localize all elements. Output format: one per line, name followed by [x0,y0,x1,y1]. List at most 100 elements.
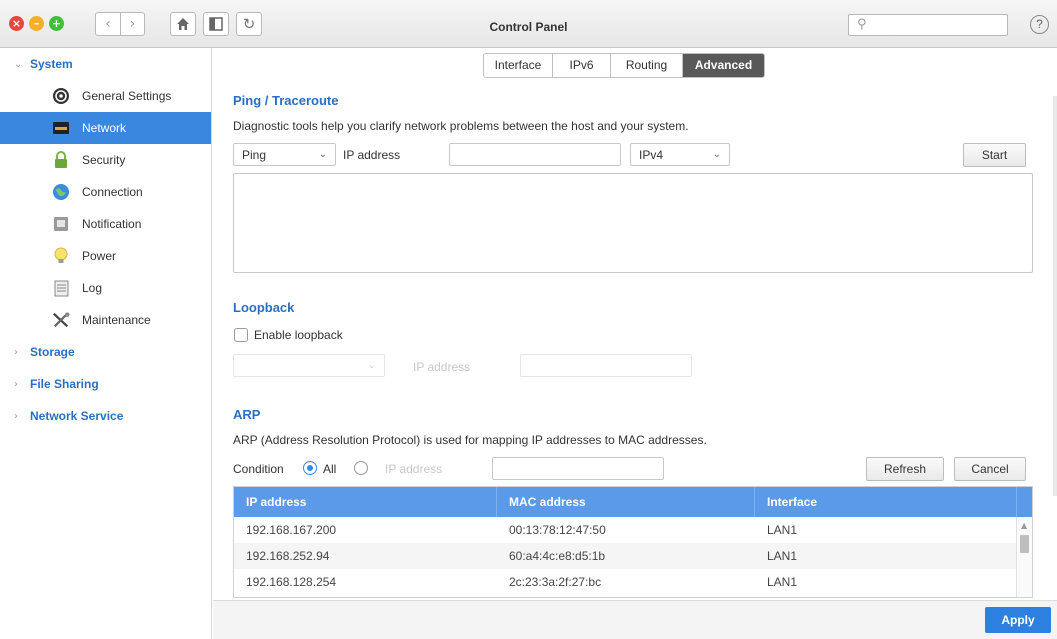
loopback-interface-select: ⌄ [233,354,385,377]
condition-label: Condition [233,462,284,476]
column-header-ip[interactable]: IP address [234,487,497,517]
cell-interface: LAN1 [767,549,798,563]
arp-table: IP address MAC address Interface 192.168… [233,486,1033,598]
sidebar-group-storage[interactable]: › Storage [0,336,211,368]
sidebar-item-log[interactable]: Log [0,272,211,304]
chevron-down-icon: ⌄ [712,149,721,160]
sidebar-group-network-service[interactable]: › Network Service [0,400,211,432]
ping-ip-label: IP address [343,148,401,162]
sidebar-item-label: Connection [82,185,143,199]
search-icon: ⚲ [857,17,867,32]
sidebar-item-label: Power [82,249,117,263]
footer-bar: Apply [213,600,1057,639]
column-header-interface[interactable]: Interface [755,487,1017,517]
sidebar-item-label: General Settings [82,89,172,103]
tab-ipv6[interactable]: IPv6 [552,54,610,77]
condition-ip-label: IP address [385,462,443,476]
ping-tool-select[interactable]: Ping ⌄ [233,143,336,166]
table-row[interactable]: 192.168.252.94 60:a4:4c:e8:d5:1b LAN1 [234,543,1032,569]
table-row[interactable]: 192.168.167.200 00:13:78:12:47:50 LAN1 [234,517,1032,543]
ping-tool-value: Ping [242,147,267,162]
sidebar-item-label: Maintenance [82,313,151,327]
arp-section-title: ARP [233,407,261,422]
sidebar-item-label: Log [82,281,103,295]
sidebar-group-file-sharing[interactable]: › File Sharing [0,368,211,400]
lightbulb-icon [52,247,70,265]
sidebar: ⌄ System General Settings Network Securi… [0,48,212,639]
cell-mac: 00:13:78:12:47:50 [509,523,606,537]
sidebar-group-label: Network Service [30,409,124,423]
cancel-button[interactable]: Cancel [954,457,1026,481]
ping-section-title: Ping / Traceroute [233,93,339,108]
condition-all-radio[interactable] [303,461,317,475]
enable-loopback-checkbox[interactable] [234,328,248,342]
loopback-ip-input [520,354,692,377]
cell-mac: 2c:23:3a:2f:27:bc [509,575,602,589]
cell-interface: LAN1 [767,575,798,589]
chevron-right-icon: › [14,346,18,358]
sidebar-item-label: Notification [82,217,142,231]
tools-icon [52,311,70,329]
condition-ip-radio[interactable] [354,461,368,475]
sidebar-group-label: Storage [30,345,75,359]
protocol-select[interactable]: IPv4 ⌄ [630,143,730,166]
title-bar: × – + ‹ › ↻ Control Panel ⚲ ? [0,0,1057,48]
loopback-section-title: Loopback [233,300,295,315]
column-header-mac[interactable]: MAC address [497,487,755,517]
scrollbar-thumb[interactable] [1020,535,1029,553]
cell-interface: LAN1 [767,523,798,537]
cell-ip: 192.168.128.254 [246,575,337,589]
help-button[interactable]: ? [1030,15,1049,34]
scroll-up-icon[interactable]: ▲ [1021,521,1027,530]
tab-routing[interactable]: Routing [610,54,682,77]
globe-icon [52,183,70,201]
content-scrollbar[interactable] [1053,96,1057,496]
apply-button[interactable]: Apply [985,607,1051,633]
sidebar-item-maintenance[interactable]: Maintenance [0,304,211,336]
log-icon [52,279,70,297]
sidebar-group-label: System [30,57,73,71]
chevron-down-icon: ⌄ [367,360,376,371]
sidebar-item-label: Security [82,153,126,167]
notification-icon [52,215,70,233]
ping-ip-input[interactable] [449,143,621,166]
cell-mac: 60:a4:4c:e8:d5:1b [509,549,606,563]
enable-loopback-label: Enable loopback [254,328,343,342]
table-body: 192.168.167.200 00:13:78:12:47:50 LAN1 1… [234,517,1032,595]
sidebar-item-network[interactable]: Network [0,112,211,144]
lock-icon [52,151,70,169]
tab-interface[interactable]: Interface [484,54,552,77]
ping-description: Diagnostic tools help you clarify networ… [233,119,689,133]
sidebar-item-connection[interactable]: Connection [0,176,211,208]
condition-all-label: All [323,462,337,476]
sidebar-item-general-settings[interactable]: General Settings [0,80,211,112]
cell-ip: 192.168.252.94 [246,549,330,563]
protocol-value: IPv4 [639,147,664,162]
network-icon [52,119,70,137]
search-input[interactable]: ⚲ [848,14,1008,36]
tab-bar: Interface IPv6 Routing Advanced [483,53,765,78]
chevron-down-icon: ⌄ [318,149,327,160]
sidebar-item-notification[interactable]: Notification [0,208,211,240]
sidebar-group-system[interactable]: ⌄ System [0,48,211,80]
gear-icon [52,87,70,105]
tab-advanced[interactable]: Advanced [682,54,764,77]
main-content: Interface IPv6 Routing Advanced Ping / T… [213,48,1057,608]
cell-ip: 192.168.167.200 [246,523,337,537]
chevron-down-icon: ⌄ [14,58,23,70]
arp-description: ARP (Address Resolution Protocol) is use… [233,433,707,447]
table-row[interactable]: 192.168.128.254 2c:23:3a:2f:27:bc LAN1 [234,569,1032,595]
table-scrollbar[interactable]: ▲ [1016,517,1032,597]
refresh-arp-button[interactable]: Refresh [866,457,944,481]
sidebar-item-security[interactable]: Security [0,144,211,176]
sidebar-item-label: Network [82,121,127,135]
table-header: IP address MAC address Interface [234,487,1032,517]
chevron-right-icon: › [14,378,18,390]
loopback-ip-label: IP address [413,360,471,374]
chevron-right-icon: › [14,410,18,422]
arp-ip-input[interactable] [492,457,664,480]
ping-output-area [233,173,1033,273]
sidebar-group-label: File Sharing [30,377,99,391]
start-button[interactable]: Start [963,143,1026,167]
sidebar-item-power[interactable]: Power [0,240,211,272]
